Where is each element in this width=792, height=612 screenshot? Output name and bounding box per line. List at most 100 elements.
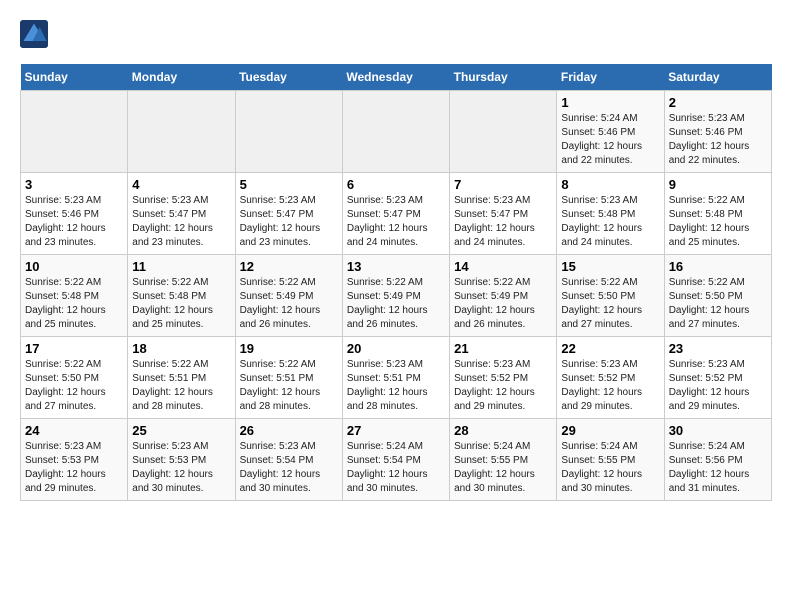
day-number: 29	[561, 423, 659, 438]
day-number: 5	[240, 177, 338, 192]
day-cell: 16 Sunrise: 5:22 AM Sunset: 5:50 PM Dayli…	[664, 255, 771, 337]
header	[20, 20, 772, 48]
col-header-monday: Monday	[128, 64, 235, 91]
day-info: Sunrise: 5:23 AM Sunset: 5:47 PM Dayligh…	[132, 194, 230, 250]
day-number: 19	[240, 341, 338, 356]
day-number: 11	[132, 259, 230, 274]
day-info: Sunrise: 5:22 AM Sunset: 5:48 PM Dayligh…	[669, 194, 767, 250]
logo-icon	[20, 20, 48, 48]
day-cell: 6 Sunrise: 5:23 AM Sunset: 5:47 PM Daylig…	[342, 173, 449, 255]
day-number: 15	[561, 259, 659, 274]
week-row-4: 17 Sunrise: 5:22 AM Sunset: 5:50 PM Dayli…	[21, 337, 772, 419]
day-info: Sunrise: 5:22 AM Sunset: 5:49 PM Dayligh…	[347, 276, 445, 332]
week-row-2: 3 Sunrise: 5:23 AM Sunset: 5:46 PM Daylig…	[21, 173, 772, 255]
col-header-sunday: Sunday	[21, 64, 128, 91]
col-header-wednesday: Wednesday	[342, 64, 449, 91]
day-info: Sunrise: 5:24 AM Sunset: 5:55 PM Dayligh…	[561, 440, 659, 496]
day-cell: 28 Sunrise: 5:24 AM Sunset: 5:55 PM Dayli…	[450, 419, 557, 501]
day-number: 25	[132, 423, 230, 438]
day-number: 2	[669, 95, 767, 110]
day-info: Sunrise: 5:23 AM Sunset: 5:52 PM Dayligh…	[669, 358, 767, 414]
day-cell: 10Sunrise: 5:22 AM Sunset: 5:48 PM Dayli…	[21, 255, 128, 337]
day-number: 30	[669, 423, 767, 438]
day-number: 17	[25, 341, 123, 356]
day-info: Sunrise: 5:23 AM Sunset: 5:54 PM Dayligh…	[240, 440, 338, 496]
day-number: 1	[561, 95, 659, 110]
day-cell: 15 Sunrise: 5:22 AM Sunset: 5:50 PM Dayli…	[557, 255, 664, 337]
day-number: 28	[454, 423, 552, 438]
day-cell: 3 Sunrise: 5:23 AM Sunset: 5:46 PM Daylig…	[21, 173, 128, 255]
day-number: 20	[347, 341, 445, 356]
day-cell	[235, 91, 342, 173]
day-number: 24	[25, 423, 123, 438]
day-cell	[342, 91, 449, 173]
day-info: Sunrise: 5:23 AM Sunset: 5:47 PM Dayligh…	[347, 194, 445, 250]
day-number: 13	[347, 259, 445, 274]
day-info: Sunrise: 5:23 AM Sunset: 5:53 PM Dayligh…	[25, 440, 123, 496]
day-number: 21	[454, 341, 552, 356]
day-cell: 8 Sunrise: 5:23 AM Sunset: 5:48 PM Daylig…	[557, 173, 664, 255]
day-info: Sunrise: 5:22 AM Sunset: 5:49 PM Dayligh…	[454, 276, 552, 332]
calendar-table: SundayMondayTuesdayWednesdayThursdayFrid…	[20, 64, 772, 501]
day-number: 23	[669, 341, 767, 356]
day-number: 16	[669, 259, 767, 274]
week-row-5: 24 Sunrise: 5:23 AM Sunset: 5:53 PM Dayli…	[21, 419, 772, 501]
day-number: 9	[669, 177, 767, 192]
col-header-tuesday: Tuesday	[235, 64, 342, 91]
day-info: Sunrise: 5:22 AM Sunset: 5:50 PM Dayligh…	[25, 358, 123, 414]
day-cell: 22Sunrise: 5:23 AM Sunset: 5:52 PM Dayli…	[557, 337, 664, 419]
day-cell: 9 Sunrise: 5:22 AM Sunset: 5:48 PM Daylig…	[664, 173, 771, 255]
day-info: Sunrise: 5:24 AM Sunset: 5:54 PM Dayligh…	[347, 440, 445, 496]
day-info: Sunrise: 5:22 AM Sunset: 5:49 PM Dayligh…	[240, 276, 338, 332]
day-number: 3	[25, 177, 123, 192]
day-number: 8	[561, 177, 659, 192]
day-cell: 7 Sunrise: 5:23 AM Sunset: 5:47 PM Daylig…	[450, 173, 557, 255]
day-number: 26	[240, 423, 338, 438]
day-cell: 19 Sunrise: 5:22 AM Sunset: 5:51 PM Dayli…	[235, 337, 342, 419]
day-info: Sunrise: 5:22 AM Sunset: 5:48 PM Dayligh…	[132, 276, 230, 332]
col-header-saturday: Saturday	[664, 64, 771, 91]
day-number: 4	[132, 177, 230, 192]
day-cell	[21, 91, 128, 173]
day-cell: 18Sunrise: 5:22 AM Sunset: 5:51 PM Dayli…	[128, 337, 235, 419]
day-cell: 21 Sunrise: 5:23 AM Sunset: 5:52 PM Dayli…	[450, 337, 557, 419]
day-info: Sunrise: 5:23 AM Sunset: 5:52 PM Dayligh…	[561, 358, 659, 414]
day-cell: 24 Sunrise: 5:23 AM Sunset: 5:53 PM Dayli…	[21, 419, 128, 501]
day-info: Sunrise: 5:22 AM Sunset: 5:51 PM Dayligh…	[240, 358, 338, 414]
col-header-thursday: Thursday	[450, 64, 557, 91]
day-number: 7	[454, 177, 552, 192]
day-cell: 23 Sunrise: 5:23 AM Sunset: 5:52 PM Dayli…	[664, 337, 771, 419]
week-row-1: 1 Sunrise: 5:24 AM Sunset: 5:46 PM Daylig…	[21, 91, 772, 173]
day-info: Sunrise: 5:23 AM Sunset: 5:46 PM Dayligh…	[25, 194, 123, 250]
day-number: 14	[454, 259, 552, 274]
day-cell: 27 Sunrise: 5:24 AM Sunset: 5:54 PM Dayli…	[342, 419, 449, 501]
day-cell: 12Sunrise: 5:22 AM Sunset: 5:49 PM Dayli…	[235, 255, 342, 337]
day-cell: 1 Sunrise: 5:24 AM Sunset: 5:46 PM Daylig…	[557, 91, 664, 173]
day-number: 18	[132, 341, 230, 356]
col-header-friday: Friday	[557, 64, 664, 91]
day-cell: 26 Sunrise: 5:23 AM Sunset: 5:54 PM Dayli…	[235, 419, 342, 501]
day-cell: 29 Sunrise: 5:24 AM Sunset: 5:55 PM Dayli…	[557, 419, 664, 501]
day-info: Sunrise: 5:24 AM Sunset: 5:56 PM Dayligh…	[669, 440, 767, 496]
day-info: Sunrise: 5:23 AM Sunset: 5:46 PM Dayligh…	[669, 112, 767, 168]
day-info: Sunrise: 5:23 AM Sunset: 5:47 PM Dayligh…	[454, 194, 552, 250]
day-cell	[450, 91, 557, 173]
day-number: 27	[347, 423, 445, 438]
day-cell: 2 Sunrise: 5:23 AM Sunset: 5:46 PM Daylig…	[664, 91, 771, 173]
day-cell: 25 Sunrise: 5:23 AM Sunset: 5:53 PM Dayli…	[128, 419, 235, 501]
day-info: Sunrise: 5:22 AM Sunset: 5:50 PM Dayligh…	[669, 276, 767, 332]
day-info: Sunrise: 5:24 AM Sunset: 5:46 PM Dayligh…	[561, 112, 659, 168]
day-cell	[128, 91, 235, 173]
week-row-3: 10Sunrise: 5:22 AM Sunset: 5:48 PM Dayli…	[21, 255, 772, 337]
day-info: Sunrise: 5:23 AM Sunset: 5:48 PM Dayligh…	[561, 194, 659, 250]
day-cell: 13 Sunrise: 5:22 AM Sunset: 5:49 PM Dayli…	[342, 255, 449, 337]
day-info: Sunrise: 5:22 AM Sunset: 5:50 PM Dayligh…	[561, 276, 659, 332]
day-cell: 11 Sunrise: 5:22 AM Sunset: 5:48 PM Dayli…	[128, 255, 235, 337]
day-info: Sunrise: 5:24 AM Sunset: 5:55 PM Dayligh…	[454, 440, 552, 496]
day-cell: 30 Sunrise: 5:24 AM Sunset: 5:56 PM Dayli…	[664, 419, 771, 501]
day-number: 6	[347, 177, 445, 192]
day-info: Sunrise: 5:23 AM Sunset: 5:52 PM Dayligh…	[454, 358, 552, 414]
day-info: Sunrise: 5:23 AM Sunset: 5:53 PM Dayligh…	[132, 440, 230, 496]
day-cell: 14 Sunrise: 5:22 AM Sunset: 5:49 PM Dayli…	[450, 255, 557, 337]
day-cell: 20Sunrise: 5:23 AM Sunset: 5:51 PM Dayli…	[342, 337, 449, 419]
